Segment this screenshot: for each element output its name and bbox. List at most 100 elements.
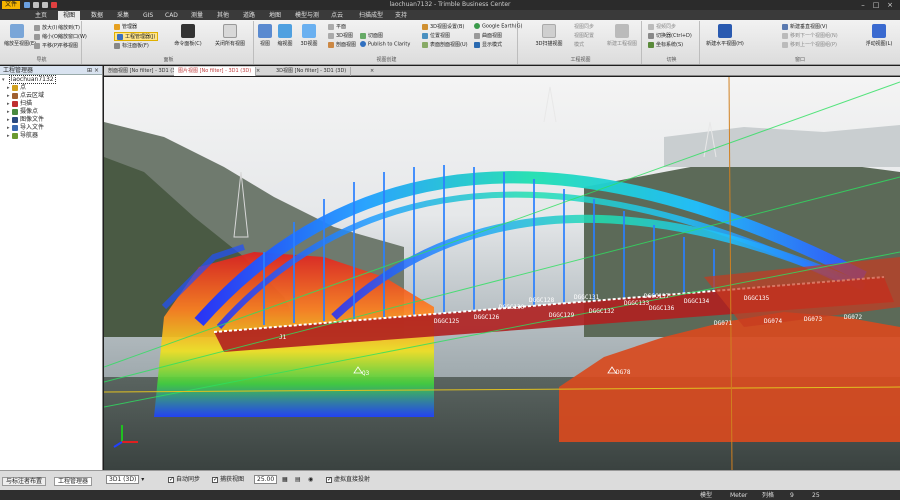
close-tab-icon[interactable]: × — [368, 67, 376, 76]
tab-home[interactable]: 主页 — [30, 11, 52, 20]
switcher-button[interactable]: 切换器(Ctrl+D) — [648, 32, 692, 39]
pin-icon[interactable]: ⊞ × — [87, 66, 99, 75]
tree-root[interactable]: ▾ laochuan7132 — [2, 75, 100, 84]
cut-plane-button[interactable]: 切面图 — [360, 32, 383, 39]
checkbox-checked[interactable] — [212, 475, 218, 485]
point-label[interactable]: DGGC136 — [649, 305, 675, 312]
point-label[interactable]: Q3 — [362, 370, 370, 377]
plane-button[interactable]: 平面 — [328, 23, 346, 30]
collapse-icon[interactable]: ▾ — [2, 76, 7, 84]
zoom-out-button[interactable]: 缩小(O) — [34, 33, 60, 40]
project-explorer-button[interactable]: 工程管理器(J) — [114, 32, 159, 41]
new-vertical-view-button[interactable]: 新建垂直视图(V) — [782, 23, 827, 30]
point-label[interactable]: DG073 — [804, 316, 822, 323]
tree-item-point-cloud-regions[interactable]: ▸ 点云区域 — [2, 92, 100, 100]
plan-view-button[interactable]: 缩视图 — [274, 24, 296, 47]
point-label[interactable]: DGGC125 — [434, 318, 460, 325]
layout-icon[interactable]: ▦ — [282, 475, 288, 485]
point-label[interactable]: DGGC128 — [529, 297, 555, 304]
surface-profile-view-button[interactable]: 表面剖面视图(U) — [422, 41, 468, 48]
virtual-projection-checkbox[interactable]: 虚拟直接投射 — [326, 475, 370, 485]
scene-canvas[interactable]: DGGC128 DGGC131 DGGC130 DGGC137 DGGC133 … — [104, 77, 900, 470]
doc-tab-3d-view[interactable]: 3D视图 [No filter] - 3D1 (3D) — [272, 67, 352, 76]
coordinate-system-button[interactable]: 坐标系统(S) — [648, 41, 683, 48]
tab-scan[interactable]: 扫描成型 — [354, 11, 388, 20]
zoom-window-button[interactable]: 缩放窗口(W) — [58, 33, 87, 40]
point-label[interactable]: DGGC135 — [744, 295, 770, 302]
tab-support[interactable]: 支持 — [390, 11, 412, 20]
mode-button[interactable]: 模式 — [574, 41, 584, 48]
close-tab-icon[interactable]: × — [254, 67, 262, 76]
new-project-view-button[interactable]: 新建工程视图 — [604, 24, 640, 47]
point-label[interactable]: DGGC131 — [574, 294, 600, 301]
grid-icon[interactable]: ▤ — [295, 475, 301, 485]
capture-view-checkbox[interactable]: 捕获视图 — [212, 475, 244, 485]
zoom-in-button[interactable]: 放大(I) — [34, 24, 57, 31]
left-tab-annotations[interactable]: 与标注者布置 — [2, 477, 47, 486]
tab-survey[interactable]: 采集 — [112, 11, 134, 20]
display-mode-button[interactable]: 显示模式 — [474, 41, 502, 48]
tab-measure[interactable]: 测量 — [186, 11, 208, 20]
point-label[interactable]: DGGC133 — [624, 300, 650, 307]
eye-icon[interactable]: ◉ — [308, 475, 313, 485]
video-sync-button[interactable]: 视频同步 — [648, 23, 676, 30]
tree-item-scans[interactable]: ▸ 扫描 — [2, 100, 100, 108]
publish-to-clarity-button[interactable]: Publish to Clarity — [360, 41, 410, 48]
tree-item-imported-files[interactable]: ▸ 导入文件 — [2, 124, 100, 132]
move-next-group-button[interactable]: 移到下一个视图组(N) — [782, 32, 838, 39]
chevron-down-icon[interactable]: ▾ — [141, 476, 144, 483]
point-label[interactable]: DGGC126 — [474, 314, 500, 321]
point-label[interactable]: DGGC137 — [644, 293, 670, 300]
point-label[interactable]: DGGC130 — [499, 304, 525, 311]
tab-gis[interactable]: GIS — [138, 11, 158, 20]
pan-view-button[interactable]: 平移视图 — [58, 42, 78, 49]
view-button[interactable]: 视图 — [258, 24, 272, 47]
close-icon[interactable]: × — [885, 1, 895, 9]
tab-data[interactable]: 数据 — [86, 11, 108, 20]
tree-item-camera-points[interactable]: ▸ 摄像点 — [2, 108, 100, 116]
view-select[interactable]: 3D1 (3D) — [106, 475, 140, 484]
tree-item-image-files[interactable]: ▸ 图像文件 — [2, 116, 100, 124]
annotation-panel-button[interactable]: 标注面板(F) — [114, 42, 149, 49]
command-pane-button[interactable]: 命令面板(C) — [170, 24, 206, 47]
tab-view[interactable]: 视图 — [58, 11, 81, 20]
surface-view-button[interactable]: 曲面视图 — [474, 32, 502, 39]
3d-view-settings-button[interactable]: 3D视图设置(B) — [422, 23, 464, 30]
point-label[interactable]: DGGC129 — [549, 312, 575, 319]
doc-tab-image-view[interactable]: 图片视图 [No filter] - 3D1 (3D) — [174, 67, 257, 76]
location-view-button[interactable]: 位置视图 — [422, 32, 450, 39]
point-label[interactable]: DG072 — [844, 314, 862, 321]
point-label[interactable]: DG78 — [616, 369, 631, 376]
tree-item-navigator[interactable]: ▸ 导航器 — [2, 132, 100, 140]
manager-button[interactable]: 管理器 — [114, 23, 137, 30]
tab-model[interactable]: 模型与测 — [290, 11, 324, 20]
view-sync-button[interactable]: 视图同步 — [574, 23, 594, 30]
pan-button[interactable]: 平移(P) — [34, 42, 59, 49]
new-horizontal-view-button[interactable]: 新建水平视图(H) — [706, 24, 744, 47]
zoom-value-field[interactable]: 25.00 — [254, 475, 278, 485]
3d-scan-view-button[interactable]: 3D扫描视图 — [534, 24, 564, 47]
minimize-icon[interactable]: – — [858, 1, 868, 9]
tab-roads[interactable]: 道路 — [238, 11, 260, 20]
point-label[interactable]: DGGC132 — [589, 308, 615, 315]
view-selector[interactable]: 3D1 (3D) ▾ — [106, 475, 144, 485]
tree-item-points[interactable]: ▸ 点 — [2, 84, 100, 92]
close-all-views-button[interactable]: 关闭所有视图 — [210, 24, 250, 47]
point-label[interactable]: DG074 — [764, 318, 782, 325]
left-tab-project-explorer[interactable]: 工程管理器 — [54, 477, 93, 486]
move-prev-group-button[interactable]: 移到上一个视图组(P) — [782, 41, 837, 48]
point-label[interactable]: J1 — [279, 334, 287, 341]
3d-viewport[interactable]: DGGC128 DGGC131 DGGC130 DGGC137 DGGC133 … — [104, 77, 900, 470]
zoom-extents-button[interactable]: 缩放至视图(E) — [4, 24, 36, 47]
zoom-to-button[interactable]: 缩放到(T) — [58, 24, 80, 31]
google-earth-button[interactable]: Google Earth(G) — [474, 23, 522, 30]
zoom-input[interactable]: 25.00 — [254, 475, 278, 484]
maximize-icon[interactable]: □ — [871, 1, 881, 9]
tab-other[interactable]: 其他 — [212, 11, 234, 20]
checkbox-checked[interactable] — [168, 475, 174, 485]
tab-cad[interactable]: CAD — [160, 11, 183, 20]
profile-view-button[interactable]: 剖面视图 — [328, 41, 356, 48]
tab-point-cloud[interactable]: 点云 — [326, 11, 348, 20]
point-label[interactable]: DG071 — [714, 320, 732, 327]
float-view-button[interactable]: 浮动视图(L) — [862, 24, 896, 47]
